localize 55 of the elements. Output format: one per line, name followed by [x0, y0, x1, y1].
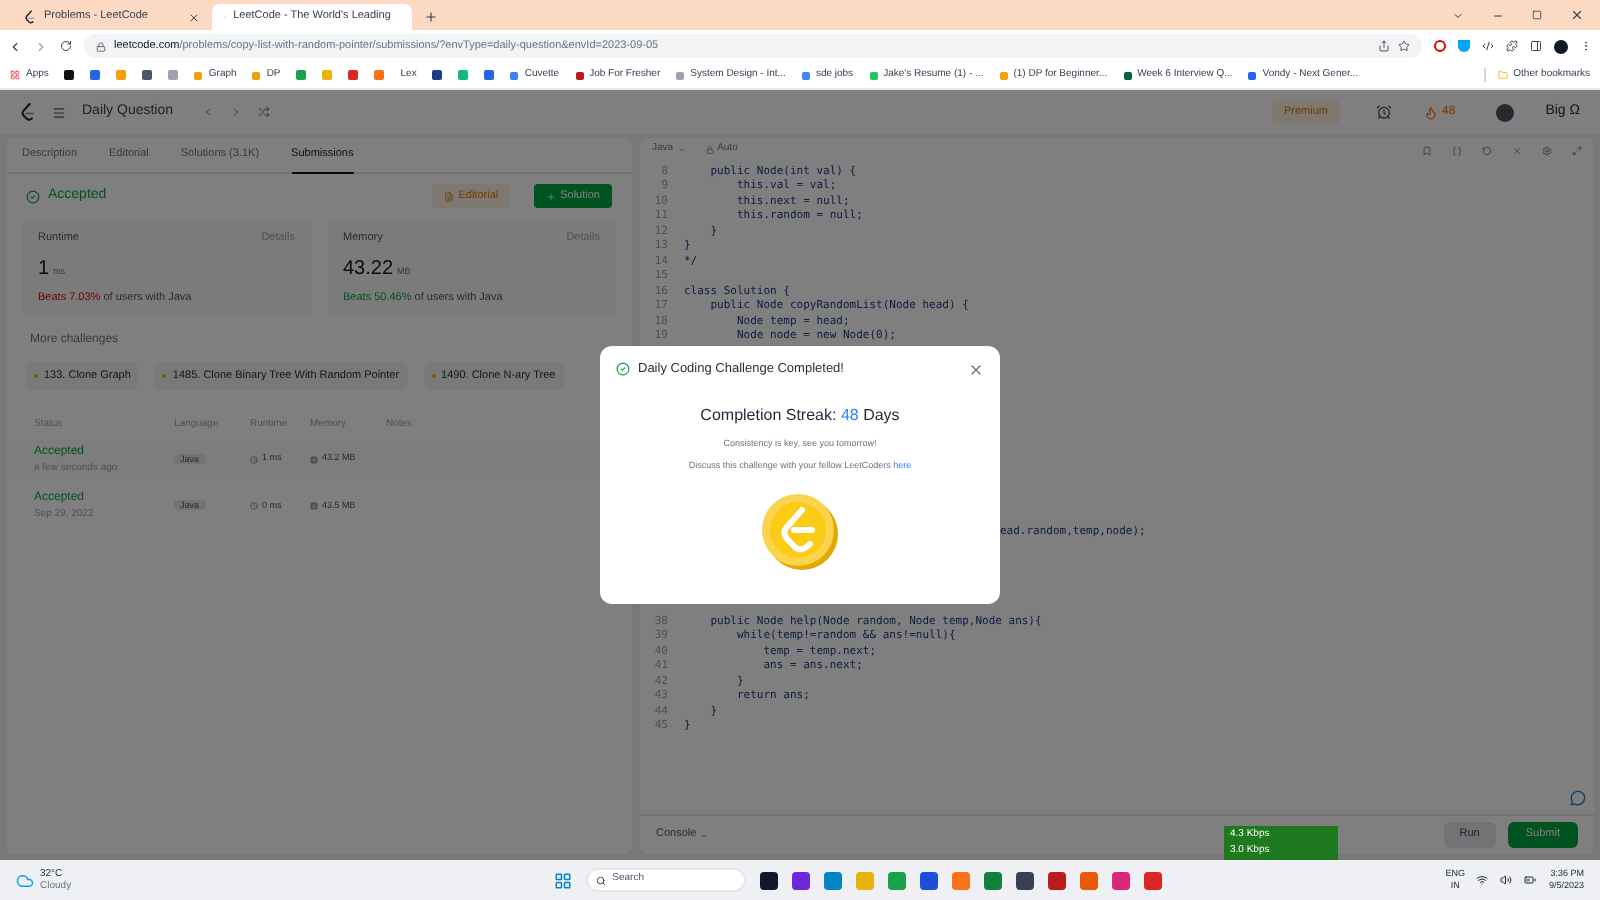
wifi-icon: [1476, 874, 1489, 886]
lock-icon: [96, 41, 106, 51]
reset-icon: [1482, 145, 1492, 155]
app-icon[interactable]: [1016, 871, 1035, 889]
clock-icon: [250, 455, 258, 464]
shuffle-icon: [257, 106, 270, 118]
alarm-clock-icon: [1376, 104, 1393, 120]
circle-o-icon[interactable]: [1434, 40, 1446, 52]
forward-icon: [34, 39, 48, 53]
plus-icon: [546, 191, 557, 202]
grid-icon: [10, 70, 20, 80]
previous-icon: [201, 106, 214, 118]
next-icon: [229, 106, 242, 118]
settings-icon: [1542, 145, 1552, 155]
reload-icon: [60, 40, 72, 52]
check-circle-icon: [26, 189, 40, 204]
chat-icon: [1570, 790, 1586, 806]
chevron-down-icon: [1452, 9, 1464, 21]
bookmark-favicon[interactable]: [64, 70, 75, 80]
share-icon: [1378, 40, 1390, 52]
extension-icon: [1482, 40, 1494, 52]
start-icon: [554, 871, 573, 889]
clock-icon: [250, 502, 258, 511]
volume-icon: [1500, 874, 1513, 886]
app-icon[interactable]: [792, 871, 811, 889]
braces-icon: [1452, 145, 1462, 155]
bookmark-favicon[interactable]: [142, 70, 153, 80]
list-icon: [52, 105, 66, 119]
back-icon: [8, 39, 22, 53]
cloud-icon: [16, 871, 34, 889]
restore-icon: [1532, 10, 1542, 20]
bookmark-favicon[interactable]: [432, 70, 443, 80]
puzzle-icon: [1506, 40, 1518, 52]
expand-icon: [1572, 145, 1582, 155]
stat-value: 43.22: [343, 255, 394, 283]
new-tab-icon: [424, 10, 438, 24]
search-icon: [596, 875, 607, 885]
lock-icon: [705, 146, 714, 154]
shield-icon[interactable]: [1458, 40, 1470, 52]
check-circle-icon: [616, 362, 630, 377]
side-panel-icon: [1530, 40, 1542, 52]
flame-icon: [1424, 105, 1439, 119]
streak-text: Completion Streak: 48 Days: [700, 403, 900, 428]
stat-value: 1: [38, 255, 50, 283]
coin-drawing: [760, 492, 840, 573]
bookmark-icon: [1422, 145, 1432, 155]
chip-icon: [310, 502, 318, 511]
folder-icon: [1497, 70, 1508, 80]
battery-icon: [1524, 874, 1537, 886]
chip-icon: [310, 455, 318, 464]
app-icon[interactable]: [760, 871, 779, 889]
star-icon: [1398, 40, 1410, 52]
document-icon: [444, 191, 455, 202]
avatar-icon[interactable]: [1554, 39, 1568, 53]
minimize-icon: [1492, 9, 1504, 21]
